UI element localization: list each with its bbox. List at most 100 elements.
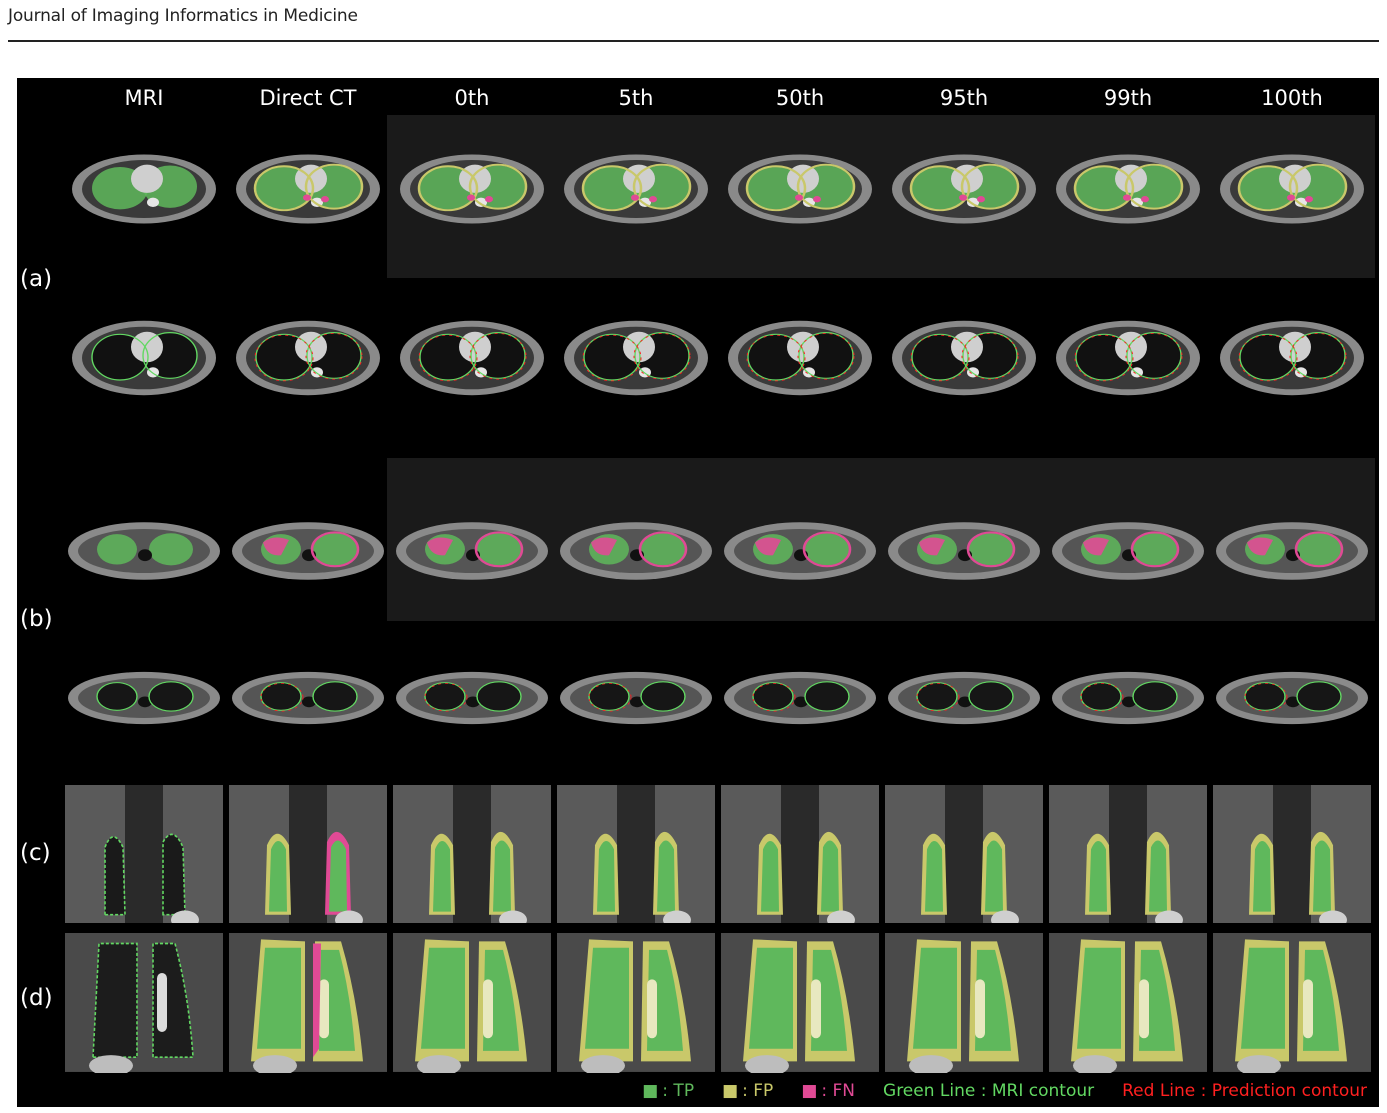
scan-image [400,154,544,224]
image-cell-r2-c5 [885,496,1043,606]
image-cell-r2-c1 [229,496,387,606]
image-cell-r2-c4 [721,496,879,606]
scan-image [72,320,216,396]
image-cell-r1-c1 [229,303,387,413]
image-cell-r2-c6 [1049,496,1207,606]
scan-image [721,785,879,923]
image-cell-r0-c6 [1049,138,1207,240]
image-cell-r5-c5 [885,933,1043,1073]
scan-image [68,671,220,725]
figure-panel: MRI Direct CT 0th 5th 50th 95th 99th 100th (a) … [17,78,1379,1107]
image-cell-r0-c5 [885,138,1043,240]
scan-image [68,522,220,580]
image-cell-r1-c4 [721,303,879,413]
column-header-0: MRI [124,86,164,110]
scan-image [1216,671,1368,725]
image-cell-r1-c5 [885,303,1043,413]
image-cell-r0-c3 [557,138,715,240]
image-cell-r4-c7 [1213,785,1371,923]
scan-image [400,320,544,396]
scan-image [1056,154,1200,224]
image-cell-r4-c4 [721,785,879,923]
legend-fn-label: : FN [821,1081,856,1101]
scan-image [560,522,712,580]
image-cell-r5-c6 [1049,933,1207,1073]
image-cell-r5-c1 [229,933,387,1073]
fn-swatch-icon: ■ [801,1081,818,1101]
scan-image [564,154,708,224]
image-cell-r4-c6 [1049,785,1207,923]
image-cell-r0-c2 [393,138,551,240]
image-cell-r3-c0 [65,648,223,748]
row-label-a: (a) [20,266,53,292]
legend-fp: ■ : FP [722,1081,773,1101]
image-cell-r1-c2 [393,303,551,413]
fp-swatch-icon: ■ [722,1081,739,1101]
image-cell-r0-c0 [65,138,223,240]
legend-tp: ■ : TP [642,1081,694,1101]
scan-image [236,154,380,224]
scan-image [721,933,879,1073]
scan-image [1052,671,1204,725]
image-cell-r4-c3 [557,785,715,923]
row-label-c: (c) [20,840,51,866]
image-cell-r3-c7 [1213,648,1371,748]
scan-image [557,785,715,923]
scan-image [1056,320,1200,396]
column-header-3: 5th [618,86,654,110]
scan-image [888,522,1040,580]
row-label-d: (d) [20,985,53,1011]
image-cell-r5-c3 [557,933,715,1073]
scan-image [229,785,387,923]
scan-image [564,320,708,396]
image-cell-r2-c7 [1213,496,1371,606]
scan-image [72,154,216,224]
image-cell-r3-c2 [393,648,551,748]
column-header-5: 95th [939,86,989,110]
scan-image [232,522,384,580]
scan-image [393,785,551,923]
scan-image [892,154,1036,224]
column-header-1: Direct CT [259,86,357,110]
image-cell-r4-c0 [65,785,223,923]
scan-image [892,320,1036,396]
legend-fp-label: : FP [742,1081,774,1101]
image-cell-r1-c3 [557,303,715,413]
scan-image [728,320,872,396]
scan-image [885,785,1043,923]
legend-green-line: Green Line : MRI contour [883,1081,1095,1101]
scan-image [1049,785,1207,923]
image-cell-r0-c4 [721,138,879,240]
scan-image [1220,320,1364,396]
scan-image [1213,785,1371,923]
scan-image [393,933,551,1073]
image-cell-r5-c0 [65,933,223,1073]
header-rule [8,40,1379,42]
image-cell-r2-c3 [557,496,715,606]
column-header-6: 99th [1103,86,1153,110]
scan-image [1049,933,1207,1073]
scan-image [724,522,876,580]
scan-image [396,671,548,725]
image-cell-r3-c1 [229,648,387,748]
image-cell-r4-c5 [885,785,1043,923]
legend: ■ : TP ■ : FP ■ : FN Green Line : MRI co… [642,1081,1367,1101]
image-cell-r2-c2 [393,496,551,606]
scan-image [888,671,1040,725]
image-cell-r5-c4 [721,933,879,1073]
image-cell-r3-c3 [557,648,715,748]
image-cell-r5-c2 [393,933,551,1073]
scan-image [557,933,715,1073]
image-cell-r1-c6 [1049,303,1207,413]
column-header-7: 100th [1261,86,1323,110]
scan-image [885,933,1043,1073]
scan-image [1213,933,1371,1073]
image-cell-r4-c2 [393,785,551,923]
image-cell-r3-c5 [885,648,1043,748]
scan-image [236,320,380,396]
image-cell-r4-c1 [229,785,387,923]
legend-tp-label: : TP [662,1081,695,1101]
legend-red-line: Red Line : Prediction contour [1122,1081,1367,1101]
scan-image [1216,522,1368,580]
image-cell-r0-c1 [229,138,387,240]
